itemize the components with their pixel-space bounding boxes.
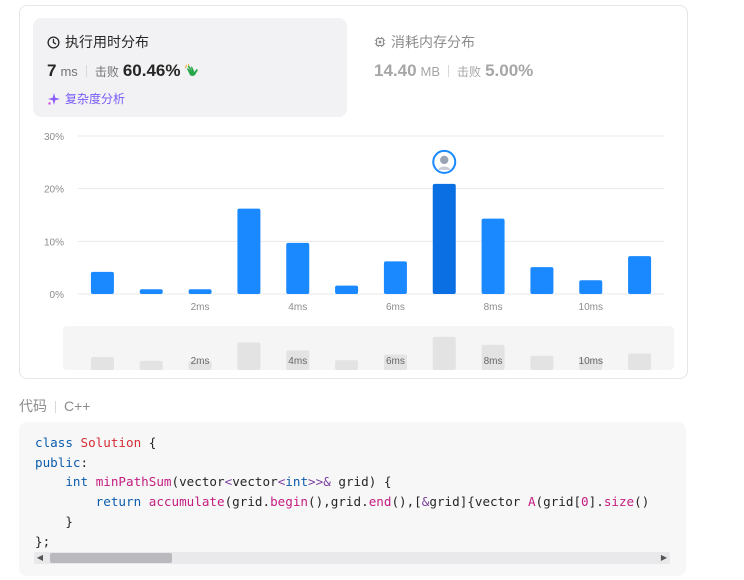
avatar-head	[440, 155, 449, 165]
code-header: 代码 C++	[19, 396, 90, 416]
bar	[579, 280, 603, 294]
memory-title-text: 消耗内存分布	[391, 34, 475, 50]
overview-tick-label: 2ms	[191, 356, 210, 367]
code-block[interactable]: class Solution { public: int minPathSum(…	[19, 422, 686, 576]
bar	[628, 256, 652, 294]
runtime-title-text: 执行用时分布	[65, 34, 149, 50]
scroll-right-arrow[interactable]: ▶	[658, 552, 670, 564]
runtime-beat-value: 60.46%	[122, 61, 181, 80]
code-text: class Solution { public: int minPathSum(…	[35, 435, 650, 549]
x-tick-label: 4ms	[288, 302, 307, 313]
x-tick-label: 6ms	[386, 302, 405, 313]
divider	[448, 65, 450, 77]
clap-icon	[184, 63, 198, 76]
scroll-left-arrow[interactable]: ◀	[34, 552, 46, 564]
overview-tick-label: 8ms	[484, 356, 503, 367]
y-tick-label: 30%	[44, 132, 64, 143]
bar	[432, 183, 456, 294]
bar	[237, 208, 261, 294]
overview-bar	[432, 336, 456, 370]
runtime-title: 执行用时分布	[47, 32, 149, 52]
horizontal-scrollbar[interactable]: ◀ ▶	[34, 552, 670, 564]
bar	[188, 289, 212, 294]
memory-value: 14.40	[374, 61, 417, 80]
complexity-analysis-link[interactable]: 复杂度分析	[47, 90, 125, 107]
divider	[55, 401, 56, 413]
overview-tick-label: 10ms	[579, 356, 603, 367]
y-tick-label: 0%	[50, 290, 65, 301]
overview-bar	[139, 360, 163, 370]
bar	[335, 285, 359, 294]
submission-stats-card: 执行用时分布 7 ms 击败 60.46% 复杂度分析 消耗内存分布 14.40…	[19, 5, 688, 379]
chip-icon	[374, 36, 386, 48]
overview-tick-label: 4ms	[288, 356, 307, 367]
y-tick-label: 20%	[44, 185, 64, 196]
runtime-beat-label: 击败	[94, 65, 119, 79]
memory-unit: MB	[420, 64, 441, 79]
bar	[139, 289, 163, 294]
x-tick-label: 10ms	[579, 302, 603, 313]
runtime-distribution-chart: 0% 10% 20% 30% 2ms 4ms 6ms 8ms 10ms 2ms 4ms 6ms 8ms 1…	[44, 132, 674, 370]
memory-beat-value: 5.00%	[485, 61, 534, 80]
runtime-unit: ms	[60, 64, 78, 79]
memory-row: 14.40 MB 击败 5.00%	[374, 61, 533, 81]
divider	[85, 65, 87, 77]
code-label: 代码	[19, 398, 47, 414]
language-label: C++	[64, 398, 91, 414]
runtime-tab[interactable]: 执行用时分布 7 ms 击败 60.46% 复杂度分析	[33, 18, 347, 117]
overview-bar	[530, 355, 554, 370]
clock-icon	[47, 35, 60, 49]
bar	[383, 261, 407, 294]
complexity-label: 复杂度分析	[65, 92, 126, 106]
memory-beat-label: 击败	[457, 65, 482, 79]
x-tick-label: 8ms	[484, 302, 503, 313]
runtime-row: 7 ms 击败 60.46%	[47, 61, 200, 81]
sparkle-icon	[48, 92, 60, 105]
memory-tab[interactable]: 消耗内存分布 14.40 MB 击败 5.00%	[360, 18, 674, 117]
scrollbar-thumb[interactable]	[50, 553, 172, 563]
bar	[90, 271, 114, 294]
bar	[286, 242, 310, 294]
runtime-value: 7	[47, 61, 57, 80]
overview-bar	[90, 356, 114, 370]
overview-bar	[335, 360, 359, 370]
y-tick-label: 10%	[44, 237, 64, 248]
overview-bar	[628, 353, 652, 370]
overview-tick-label: 6ms	[386, 356, 405, 367]
memory-title: 消耗内存分布	[374, 32, 475, 52]
overview-bar	[237, 342, 261, 370]
x-tick-label: 2ms	[191, 302, 210, 313]
bar	[530, 267, 554, 294]
bar	[481, 218, 505, 294]
